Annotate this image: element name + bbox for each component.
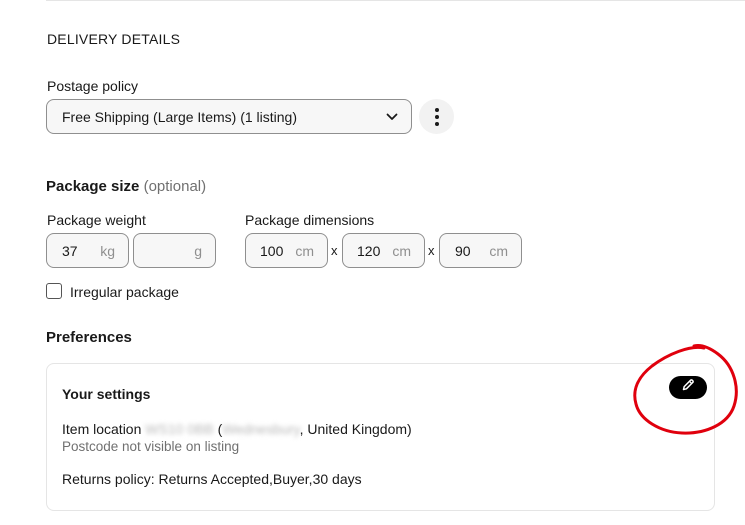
dimension-width-unit: cm: [392, 242, 411, 259]
dimension-length-unit: cm: [295, 242, 314, 259]
weight-kg-unit: kg: [100, 242, 115, 259]
item-location-town: Wednesbury: [222, 421, 300, 437]
more-options-button[interactable]: [419, 99, 454, 134]
irregular-package-checkbox[interactable]: [46, 283, 62, 299]
more-vertical-icon-dot: [434, 121, 439, 126]
item-location-postcode: WS10 0BB: [145, 421, 214, 437]
pencil-icon: [681, 378, 695, 397]
dimension-width-value: 120: [357, 242, 381, 259]
dimension-separator: x: [331, 243, 338, 258]
weight-kg-input[interactable]: 37 kg: [46, 233, 129, 268]
dimension-length-input[interactable]: 100 cm: [245, 233, 328, 268]
dimension-height-input[interactable]: 90 cm: [439, 233, 522, 268]
item-location-prefix: Item location: [62, 421, 146, 437]
package-dimensions-label: Package dimensions: [245, 212, 375, 228]
weight-g-input[interactable]: g: [133, 233, 216, 268]
returns-policy-line: Returns policy: Returns Accepted,Buyer,3…: [62, 471, 362, 487]
package-size-heading: Package size (optional): [46, 178, 206, 195]
dimension-width-input[interactable]: 120 cm: [342, 233, 425, 268]
dimension-height-value: 90: [455, 242, 471, 259]
package-weight-label: Package weight: [47, 212, 146, 228]
preferences-heading: Preferences: [46, 329, 132, 346]
postcode-note: Postcode not visible on listing: [62, 439, 240, 454]
more-vertical-icon: [434, 107, 439, 112]
dimension-height-unit: cm: [489, 242, 508, 259]
package-size-title: Package size: [46, 178, 140, 195]
weight-kg-value: 37: [62, 242, 78, 259]
package-size-optional: (optional): [143, 178, 207, 195]
dimension-length-value: 100: [260, 242, 284, 259]
chevron-down-icon: [385, 110, 399, 124]
edit-settings-button[interactable]: [669, 376, 707, 399]
item-location-line: Item location WS10 0BB (Wednesbury, Unit…: [62, 421, 412, 437]
irregular-package-label: Irregular package: [70, 284, 179, 300]
postage-policy-label: Postage policy: [47, 78, 139, 94]
postage-policy-select[interactable]: Free Shipping (Large Items) (1 listing): [46, 99, 412, 134]
settings-card: Your settings Item location WS10 0BB (We…: [46, 363, 715, 511]
dimension-separator: x: [428, 243, 435, 258]
more-vertical-icon-dot: [434, 114, 439, 119]
item-location-suffix: , United Kingdom): [299, 421, 412, 437]
top-divider: [46, 0, 745, 1]
settings-card-title: Your settings: [62, 386, 151, 402]
postage-policy-value: Free Shipping (Large Items) (1 listing): [62, 108, 297, 125]
weight-g-unit: g: [194, 242, 202, 259]
section-title-delivery: DELIVERY DETAILS: [47, 31, 181, 47]
